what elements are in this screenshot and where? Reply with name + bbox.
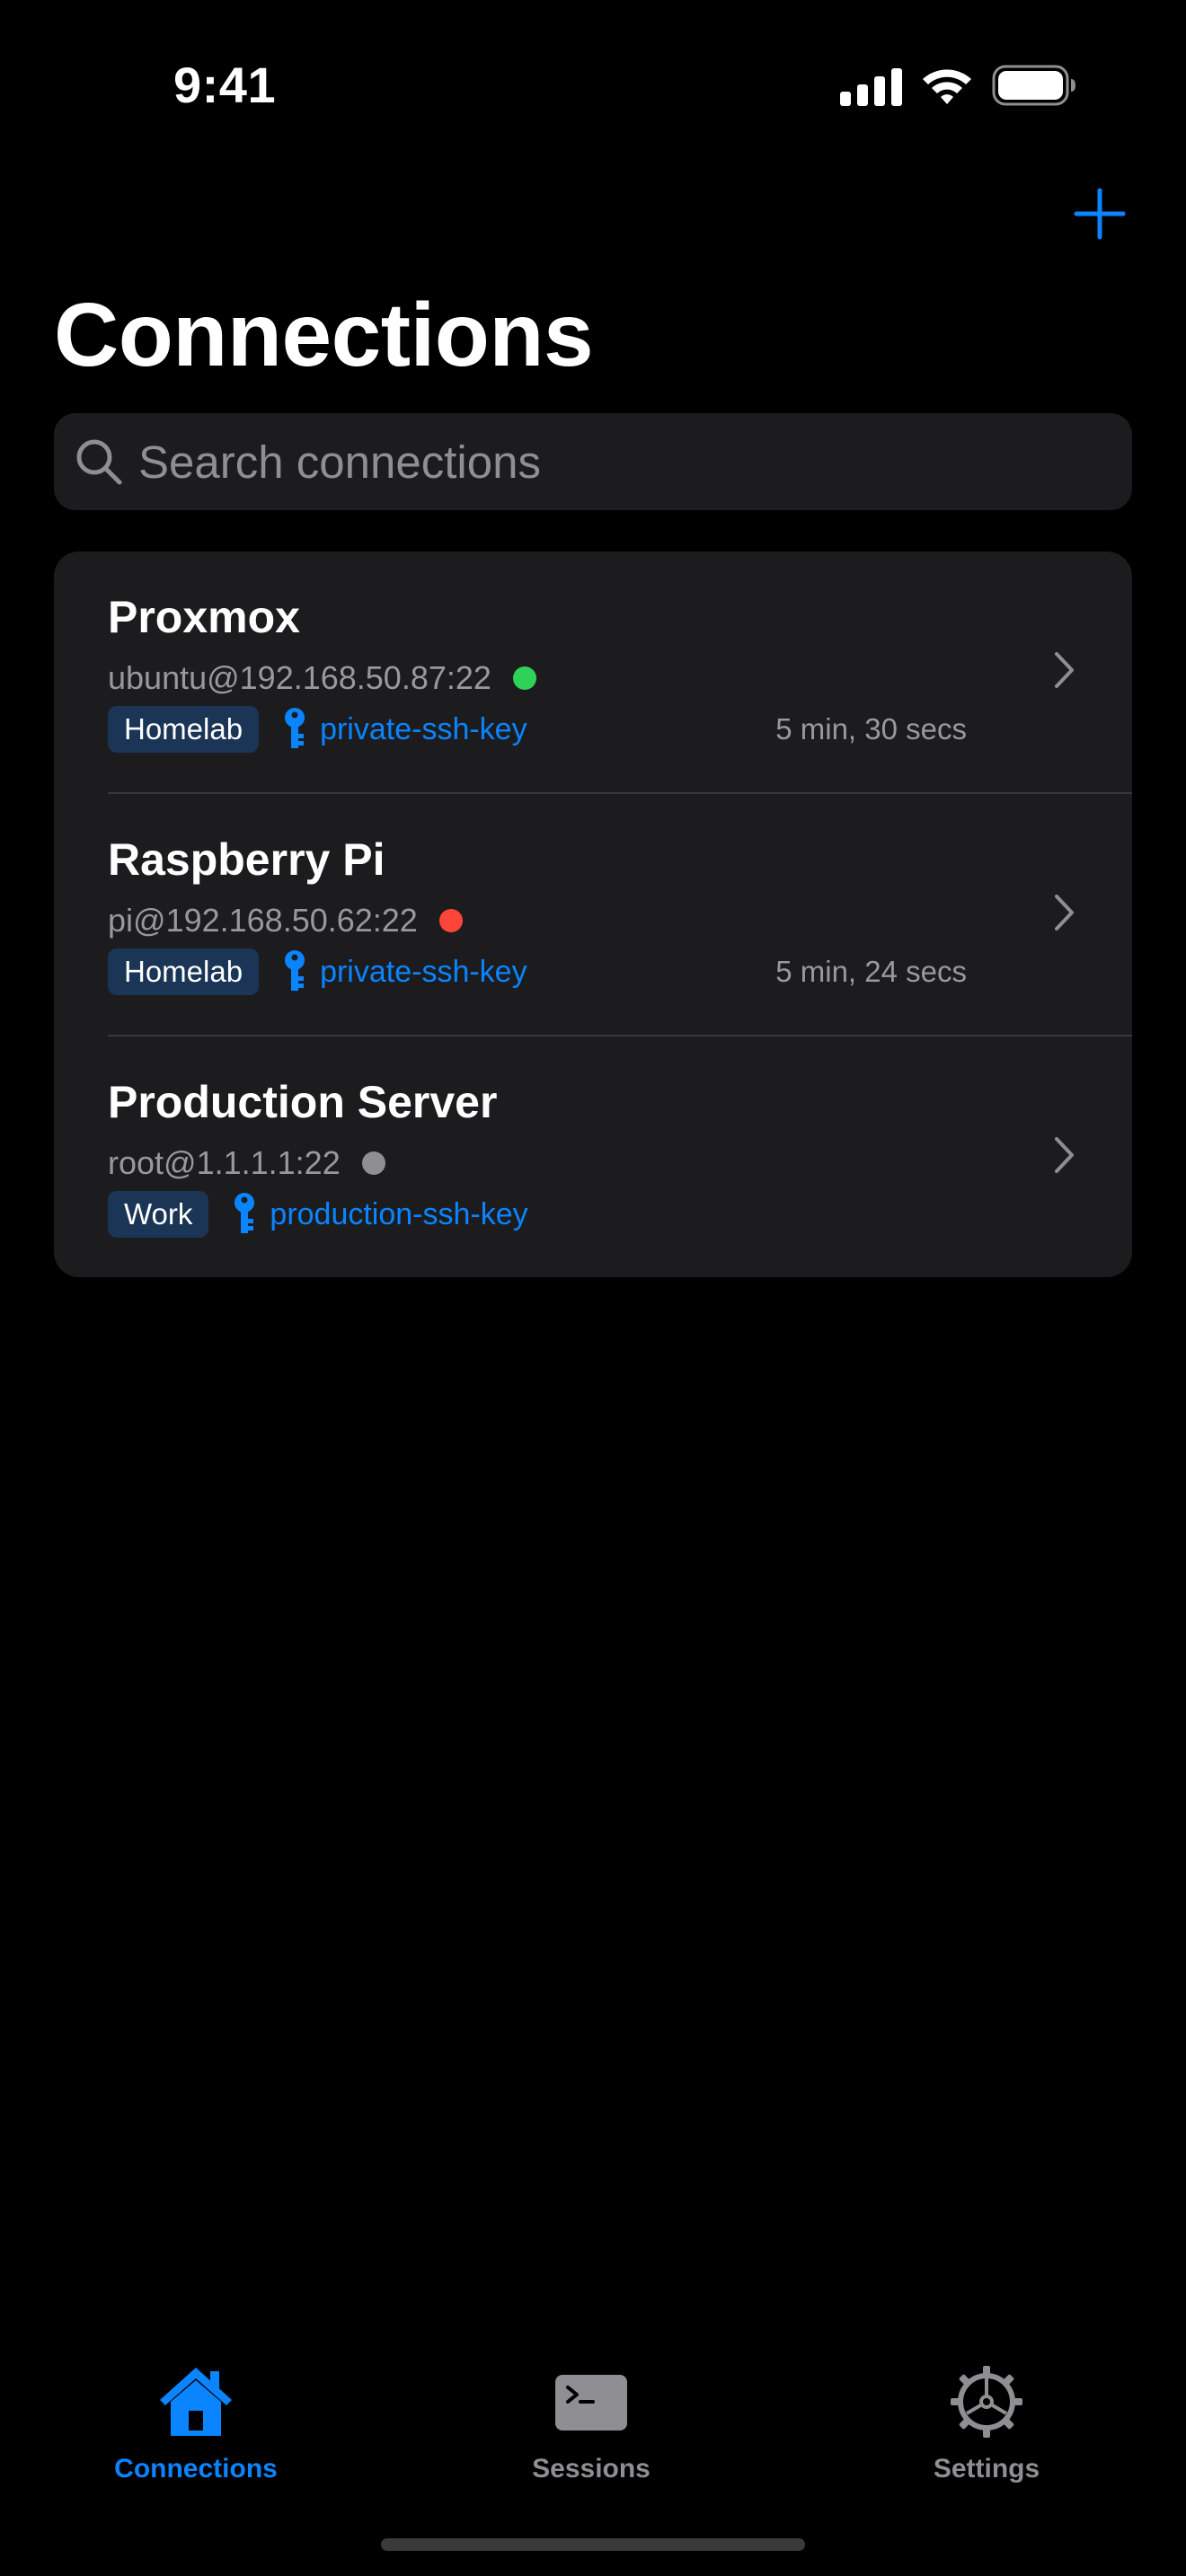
page-title: Connections: [54, 285, 594, 385]
status-online-dot: [512, 666, 536, 690]
ssh-key-link[interactable]: private-ssh-key: [320, 955, 527, 990]
search-input[interactable]: [138, 413, 1109, 510]
key-icon: [285, 708, 305, 748]
ssh-key-link[interactable]: production-ssh-key: [270, 1197, 527, 1232]
connection-address-line: root@1.1.1.1:22: [108, 1141, 385, 1186]
status-unknown-dot: [361, 1151, 385, 1175]
session-duration: 5 min, 24 secs: [775, 955, 967, 988]
connection-row-production-server[interactable]: Production Server root@1.1.1.1:22 Work p…: [54, 1037, 1132, 1277]
tab-settings[interactable]: Settings: [879, 2364, 1094, 2508]
gear-icon: [951, 2366, 1022, 2438]
key-icon: [285, 950, 305, 991]
key-icon: [235, 1193, 255, 1233]
search-icon: [76, 439, 122, 485]
house-icon: [160, 2368, 232, 2436]
status-time: 9:41: [173, 57, 277, 113]
chevron-right-icon: [1055, 895, 1074, 931]
connection-meta: Homelab private-ssh-key: [108, 948, 527, 995]
connection-list: Proxmox ubuntu@192.168.50.87:22 Homelab …: [54, 551, 1132, 1277]
status-offline-dot: [438, 909, 463, 932]
tag-badge: Homelab: [108, 948, 260, 995]
tab-label: Sessions: [532, 2454, 651, 2483]
tab-label: Settings: [933, 2454, 1040, 2483]
connection-address: ubuntu@192.168.50.87:22: [108, 659, 491, 696]
connection-address: root@1.1.1.1:22: [108, 1144, 341, 1181]
ssh-key-link[interactable]: private-ssh-key: [320, 712, 527, 747]
wifi-icon: [923, 69, 971, 104]
cellular-signal-icon: [840, 68, 902, 106]
connection-row-proxmox[interactable]: Proxmox ubuntu@192.168.50.87:22 Homelab …: [54, 551, 1132, 794]
battery-icon: [992, 65, 1075, 106]
home-indicator: [381, 2538, 805, 2551]
session-duration: 5 min, 30 secs: [775, 712, 967, 745]
connection-address: pi@192.168.50.62:22: [108, 902, 418, 939]
connection-name: Raspberry Pi: [108, 834, 385, 885]
chevron-right-icon: [1055, 652, 1074, 688]
add-connection-button[interactable]: [1071, 185, 1128, 243]
connection-row-raspberry-pi[interactable]: Raspberry Pi pi@192.168.50.62:22 Homelab…: [54, 794, 1132, 1037]
chevron-right-icon: [1055, 1137, 1074, 1173]
tab-label: Connections: [114, 2454, 278, 2483]
connection-address-line: ubuntu@192.168.50.87:22: [108, 656, 536, 701]
search-field[interactable]: [54, 413, 1132, 510]
tab-sessions[interactable]: Sessions: [483, 2364, 699, 2508]
tag-badge: Work: [108, 1191, 209, 1238]
status-bar: 9:41: [0, 0, 1186, 171]
connection-address-line: pi@192.168.50.62:22: [108, 898, 463, 943]
connection-name: Production Server: [108, 1077, 498, 1127]
connection-meta: Work production-ssh-key: [108, 1191, 528, 1238]
tab-connections[interactable]: Connections: [88, 2364, 304, 2508]
tag-badge: Homelab: [108, 706, 260, 753]
connection-name: Proxmox: [108, 592, 300, 642]
connection-meta: Homelab private-ssh-key: [108, 706, 527, 753]
terminal-icon: [555, 2375, 627, 2430]
